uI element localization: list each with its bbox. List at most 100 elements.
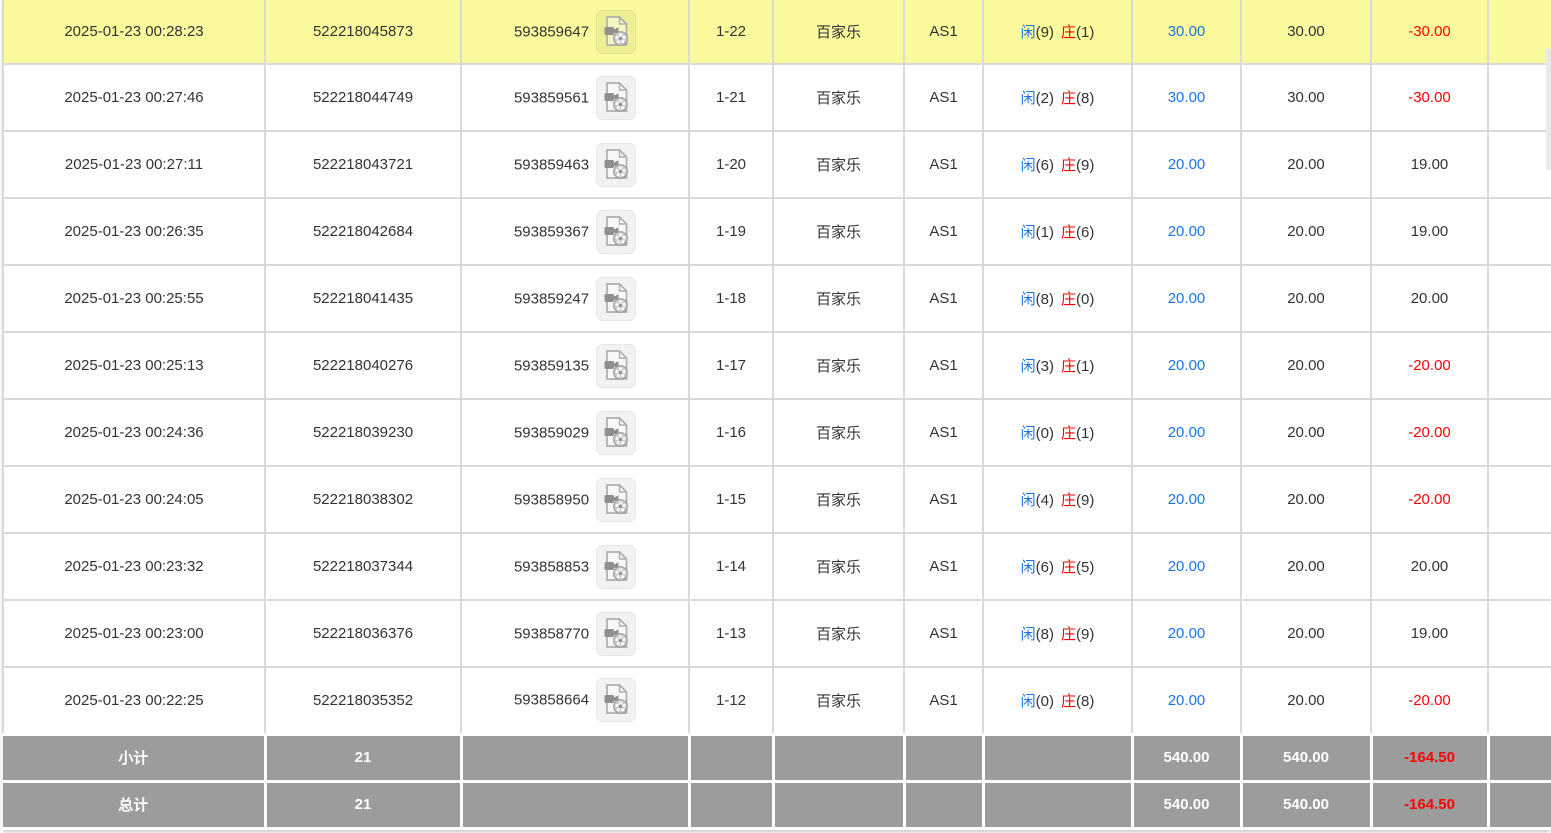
bet-amount-link[interactable]: 20.00 xyxy=(1168,156,1206,173)
banker-score: (0) xyxy=(1076,291,1094,308)
player-score: (6) xyxy=(1036,157,1054,174)
result-cell: 闲(3)庄(1) xyxy=(983,332,1132,399)
video-replay-button[interactable] xyxy=(596,143,636,187)
bet-record-row[interactable]: 2025-01-23 00:27:46 522218044749 5938595… xyxy=(3,64,1551,131)
bet-amount-cell: 20.00 xyxy=(1132,265,1241,332)
result-cell: 闲(8)庄(9) xyxy=(983,600,1132,667)
game-id-cell: 593859561 xyxy=(461,64,689,131)
video-replay-button[interactable] xyxy=(596,545,636,589)
bet-record-row[interactable]: 2025-01-23 00:23:00 522218036376 5938587… xyxy=(3,600,1551,667)
video-replay-button[interactable] xyxy=(596,612,636,656)
table-id-cell: AS1 xyxy=(904,600,983,667)
game-type-cell: 百家乐 xyxy=(773,265,904,332)
order-id-cell: 522218042684 xyxy=(265,198,461,265)
game-type-cell: 百家乐 xyxy=(773,64,904,131)
bet-amount-link[interactable]: 30.00 xyxy=(1168,23,1206,40)
game-id-value: 593859029 xyxy=(514,424,589,441)
player-label: 闲 xyxy=(1021,224,1036,241)
banker-score: (5) xyxy=(1076,559,1094,576)
round-cell: 1-19 xyxy=(689,198,773,265)
result-cell: 闲(1)庄(6) xyxy=(983,198,1132,265)
player-score: (4) xyxy=(1036,492,1054,509)
order-id-cell: 522218043721 xyxy=(265,131,461,198)
player-score: (6) xyxy=(1036,559,1054,576)
game-id-cell: 593859029 xyxy=(461,399,689,466)
game-type-cell: 百家乐 xyxy=(773,131,904,198)
game-id-value: 593859367 xyxy=(514,223,589,240)
player-score: (3) xyxy=(1036,358,1054,375)
bet-amount-link[interactable]: 30.00 xyxy=(1168,89,1206,106)
bet-amount-link[interactable]: 20.00 xyxy=(1168,357,1206,374)
game-id-cell: 593858770 xyxy=(461,600,689,667)
bet-record-row[interactable]: 2025-01-23 00:25:55 522218041435 5938592… xyxy=(3,265,1551,332)
bet-amount-cell: 20.00 xyxy=(1132,667,1241,734)
valid-amount-cell: 20.00 xyxy=(1241,600,1371,667)
banker-label: 庄 xyxy=(1061,492,1076,509)
result-cell: 闲(0)庄(1) xyxy=(983,399,1132,466)
table-id-cell: AS1 xyxy=(904,399,983,466)
bet-amount-link[interactable]: 20.00 xyxy=(1168,692,1206,709)
order-id-cell: 522218044749 xyxy=(265,64,461,131)
summary-empty-cell xyxy=(1488,781,1551,828)
video-file-icon xyxy=(602,282,630,314)
time-cell: 2025-01-23 00:24:36 xyxy=(3,399,265,466)
video-replay-button[interactable] xyxy=(596,478,636,522)
bet-amount-link[interactable]: 20.00 xyxy=(1168,625,1206,642)
banker-score: (8) xyxy=(1076,693,1094,710)
bet-amount-link[interactable]: 20.00 xyxy=(1168,491,1206,508)
scrollbar-thumb[interactable] xyxy=(1546,48,1551,170)
player-label: 闲 xyxy=(1021,492,1036,509)
empty-cell xyxy=(1488,0,1551,64)
bet-record-row[interactable]: 2025-01-23 00:24:05 522218038302 5938589… xyxy=(3,466,1551,533)
bet-record-row[interactable]: 2025-01-23 00:22:25 522218035352 5938586… xyxy=(3,667,1551,734)
bet-record-row[interactable]: 2025-01-23 00:23:32 522218037344 5938588… xyxy=(3,533,1551,600)
result-cell: 闲(0)庄(8) xyxy=(983,667,1132,734)
empty-cell xyxy=(1488,131,1551,198)
video-replay-button[interactable] xyxy=(596,411,636,455)
bet-record-row[interactable]: 2025-01-23 00:27:11 522218043721 5938594… xyxy=(3,131,1551,198)
banker-label: 庄 xyxy=(1061,425,1076,442)
bet-record-row[interactable]: 2025-01-23 00:25:13 522218040276 5938591… xyxy=(3,332,1551,399)
summary-empty-cell xyxy=(904,781,983,828)
bet-amount-cell: 20.00 xyxy=(1132,600,1241,667)
round-cell: 1-22 xyxy=(689,0,773,64)
round-cell: 1-17 xyxy=(689,332,773,399)
round-cell: 1-12 xyxy=(689,667,773,734)
game-id-cell: 593859135 xyxy=(461,332,689,399)
player-label: 闲 xyxy=(1021,157,1036,174)
game-type-cell: 百家乐 xyxy=(773,466,904,533)
bet-amount-link[interactable]: 20.00 xyxy=(1168,424,1206,441)
bet-record-row[interactable]: 2025-01-23 00:24:36 522218039230 5938590… xyxy=(3,399,1551,466)
winloss-cell: -20.00 xyxy=(1371,466,1488,533)
winloss-cell: 19.00 xyxy=(1371,600,1488,667)
bet-amount-link[interactable]: 20.00 xyxy=(1168,558,1206,575)
video-replay-button[interactable] xyxy=(596,678,636,722)
table-id-cell: AS1 xyxy=(904,533,983,600)
banker-label: 庄 xyxy=(1061,559,1076,576)
bet-amount-link[interactable]: 20.00 xyxy=(1168,223,1206,240)
winloss-cell: 20.00 xyxy=(1371,533,1488,600)
video-replay-button[interactable] xyxy=(596,76,636,120)
game-id-value: 593858853 xyxy=(514,558,589,575)
empty-cell xyxy=(1488,533,1551,600)
bet-amount-link[interactable]: 20.00 xyxy=(1168,290,1206,307)
summary-row: 小计 21 540.00 540.00 -164.50 xyxy=(3,734,1551,781)
video-replay-button[interactable] xyxy=(596,10,636,54)
table-id-cell: AS1 xyxy=(904,198,983,265)
video-replay-button[interactable] xyxy=(596,210,636,254)
table-id-cell: AS1 xyxy=(904,0,983,64)
player-score: (8) xyxy=(1036,291,1054,308)
banker-score: (1) xyxy=(1076,425,1094,442)
valid-amount-cell: 20.00 xyxy=(1241,198,1371,265)
round-cell: 1-18 xyxy=(689,265,773,332)
table-id-cell: AS1 xyxy=(904,667,983,734)
video-replay-button[interactable] xyxy=(596,344,636,388)
banker-score: (9) xyxy=(1076,626,1094,643)
empty-cell xyxy=(1488,198,1551,265)
bet-record-row[interactable]: 2025-01-23 00:26:35 522218042684 5938593… xyxy=(3,198,1551,265)
table-id-cell: AS1 xyxy=(904,332,983,399)
video-replay-button[interactable] xyxy=(596,277,636,321)
banker-label: 庄 xyxy=(1061,224,1076,241)
bet-record-row[interactable]: 2025-01-23 00:28:23 522218045873 5938596… xyxy=(3,0,1551,64)
time-cell: 2025-01-23 00:25:55 xyxy=(3,265,265,332)
